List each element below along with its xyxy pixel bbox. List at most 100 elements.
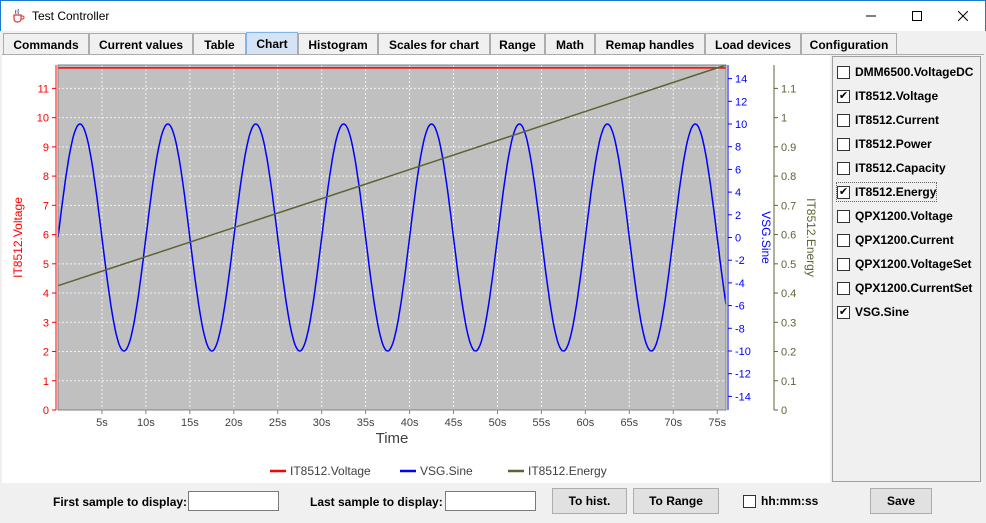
y-tick-label-voltage: 6 — [43, 230, 49, 242]
minimize-button[interactable] — [848, 1, 894, 31]
y-tick-label-sine: -4 — [735, 278, 745, 290]
y-tick-label-energy: 0.3 — [781, 317, 796, 329]
y-tick-label-energy: 0.2 — [781, 347, 796, 359]
tab-table[interactable]: Table — [193, 33, 246, 55]
series-item-label: IT8512.Voltage — [855, 89, 939, 103]
series-item-label: QPX1200.Current — [855, 233, 954, 247]
last-sample-label: Last sample to display: — [310, 495, 443, 509]
series-item-it8512-energy[interactable]: ✔ IT8512.Energy — [835, 182, 938, 202]
series-item-label: DMM6500.VoltageDC — [855, 65, 974, 79]
y-tick-label-energy: 1 — [781, 113, 787, 125]
checkbox[interactable] — [837, 209, 850, 223]
series-item-label: IT8512.Current — [855, 113, 940, 127]
series-item-label: QPX1200.Voltage — [855, 209, 953, 223]
checkbox[interactable] — [837, 65, 850, 79]
y-tick-label-energy: 0.7 — [781, 200, 796, 212]
y-tick-label-sine: -10 — [735, 346, 751, 358]
y-tick-label-energy: 0.1 — [781, 376, 796, 388]
series-item-qpx1200-currentset[interactable]: QPX1200.CurrentSet — [837, 279, 972, 297]
legend-label: IT8512.Energy — [528, 464, 607, 478]
series-item-vsg-sine[interactable]: ✔ VSG.Sine — [837, 303, 909, 321]
x-tick-label: 45s — [445, 417, 463, 429]
y-tick-label-sine: 2 — [735, 210, 741, 222]
y-tick-label-energy: 0.6 — [781, 230, 796, 242]
tab-math[interactable]: Math — [545, 33, 595, 55]
y-axis-title-energy: IT8512.Energy — [804, 198, 818, 277]
checkbox[interactable] — [837, 233, 850, 247]
tab-strip: Commands Current values Table Chart Hist… — [0, 31, 986, 55]
legend: IT8512.Voltage VSG.Sine IT8512.Energy — [270, 464, 607, 478]
series-item-label: IT8512.Capacity — [855, 161, 946, 175]
tab-configuration[interactable]: Configuration — [801, 33, 897, 55]
checkbox[interactable]: ✔ — [837, 305, 850, 319]
series-item-qpx1200-voltageset[interactable]: QPX1200.VoltageSet — [837, 255, 972, 273]
legend-label: VSG.Sine — [420, 464, 473, 478]
legend-label: IT8512.Voltage — [290, 464, 371, 478]
window-title: Test Controller — [32, 9, 110, 23]
java-cup-icon — [13, 8, 25, 23]
checkbox[interactable] — [837, 113, 850, 127]
to-hist-button[interactable]: To hist. — [552, 488, 627, 514]
y-tick-label-sine: 6 — [735, 164, 741, 176]
tab-range[interactable]: Range — [490, 33, 545, 55]
tab-scales-for-chart[interactable]: Scales for chart — [378, 33, 490, 55]
y-tick-label-sine: 4 — [735, 187, 741, 199]
x-tick-label: 10s — [137, 417, 155, 429]
plot-area — [58, 65, 726, 410]
to-range-button[interactable]: To Range — [633, 488, 719, 514]
checkbox[interactable]: ✔ — [837, 89, 850, 103]
series-item-it8512-voltage[interactable]: ✔ IT8512.Voltage — [837, 87, 938, 105]
series-item-it8512-capacity[interactable]: IT8512.Capacity — [837, 159, 946, 177]
y-tick-label-sine: 14 — [735, 74, 747, 86]
tab-histogram[interactable]: Histogram — [298, 33, 378, 55]
series-item-label: QPX1200.VoltageSet — [855, 257, 972, 271]
y-tick-label-voltage: 9 — [43, 142, 49, 154]
y-tick-label-voltage: 1 — [43, 376, 49, 388]
checkbox[interactable] — [837, 161, 850, 175]
hhmmss-toggle[interactable]: hh:mm:ss — [743, 494, 818, 508]
checkbox[interactable]: ✔ — [837, 185, 850, 199]
save-button[interactable]: Save — [870, 488, 932, 514]
series-item-it8512-current[interactable]: IT8512.Current — [837, 111, 939, 129]
chart[interactable]: 5s 10s 15s 20s 25s 30s 35s 40s 45s 50s 55s 60s 65s 70… — [2, 55, 830, 483]
y-tick-label-energy: 0 — [781, 405, 787, 417]
minimize-icon — [866, 15, 876, 17]
checkbox[interactable] — [837, 257, 850, 271]
close-icon — [958, 11, 968, 21]
x-tick-label: 35s — [357, 417, 375, 429]
maximize-button[interactable] — [894, 1, 940, 31]
x-tick-label: 20s — [225, 417, 243, 429]
checkbox[interactable] — [743, 494, 756, 508]
series-list[interactable]: DMM6500.VoltageDC ✔ IT8512.Voltage IT8512… — [832, 56, 981, 482]
tab-remap-handles[interactable]: Remap handles — [595, 33, 705, 55]
tab-current-values[interactable]: Current values — [89, 33, 193, 55]
hhmmss-label: hh:mm:ss — [761, 494, 819, 508]
tab-commands[interactable]: Commands — [3, 33, 89, 55]
tab-chart[interactable]: Chart — [246, 32, 298, 55]
y-tick-label-sine: -12 — [735, 369, 751, 381]
title-bar: Test Controller — [0, 0, 986, 31]
x-tick-label: 65s — [620, 417, 638, 429]
x-tick-label: 30s — [313, 417, 331, 429]
last-sample-input[interactable] — [445, 491, 536, 511]
x-tick-label: 50s — [489, 417, 507, 429]
x-tick-label: 75s — [708, 417, 726, 429]
first-sample-input[interactable] — [188, 491, 279, 511]
y-tick-label-voltage: 7 — [43, 200, 49, 212]
x-tick-label: 5s — [96, 417, 108, 429]
y-tick-label-sine: -14 — [735, 391, 751, 403]
checkbox[interactable] — [837, 137, 850, 151]
series-item-qpx1200-voltage[interactable]: QPX1200.Voltage — [837, 207, 953, 225]
series-item-dmm6500-voltagedc[interactable]: DMM6500.VoltageDC — [837, 63, 973, 81]
bottom-toolbar: First sample to display: Last sample to … — [0, 483, 986, 523]
series-item-label: QPX1200.CurrentSet — [855, 281, 973, 295]
first-sample-label: First sample to display: — [53, 495, 188, 509]
chart-panel[interactable]: 5s 10s 15s 20s 25s 30s 35s 40s 45s 50s 55s 60s 65s 70… — [2, 55, 830, 483]
close-button[interactable] — [940, 1, 986, 31]
y-tick-label-voltage: 11 — [38, 83, 49, 95]
series-item-qpx1200-current[interactable]: QPX1200.Current — [837, 231, 954, 249]
tab-load-devices[interactable]: Load devices — [705, 33, 801, 55]
y-tick-label-energy: 0.8 — [781, 171, 796, 183]
checkbox[interactable] — [837, 281, 850, 295]
series-item-it8512-power[interactable]: IT8512.Power — [837, 135, 932, 153]
